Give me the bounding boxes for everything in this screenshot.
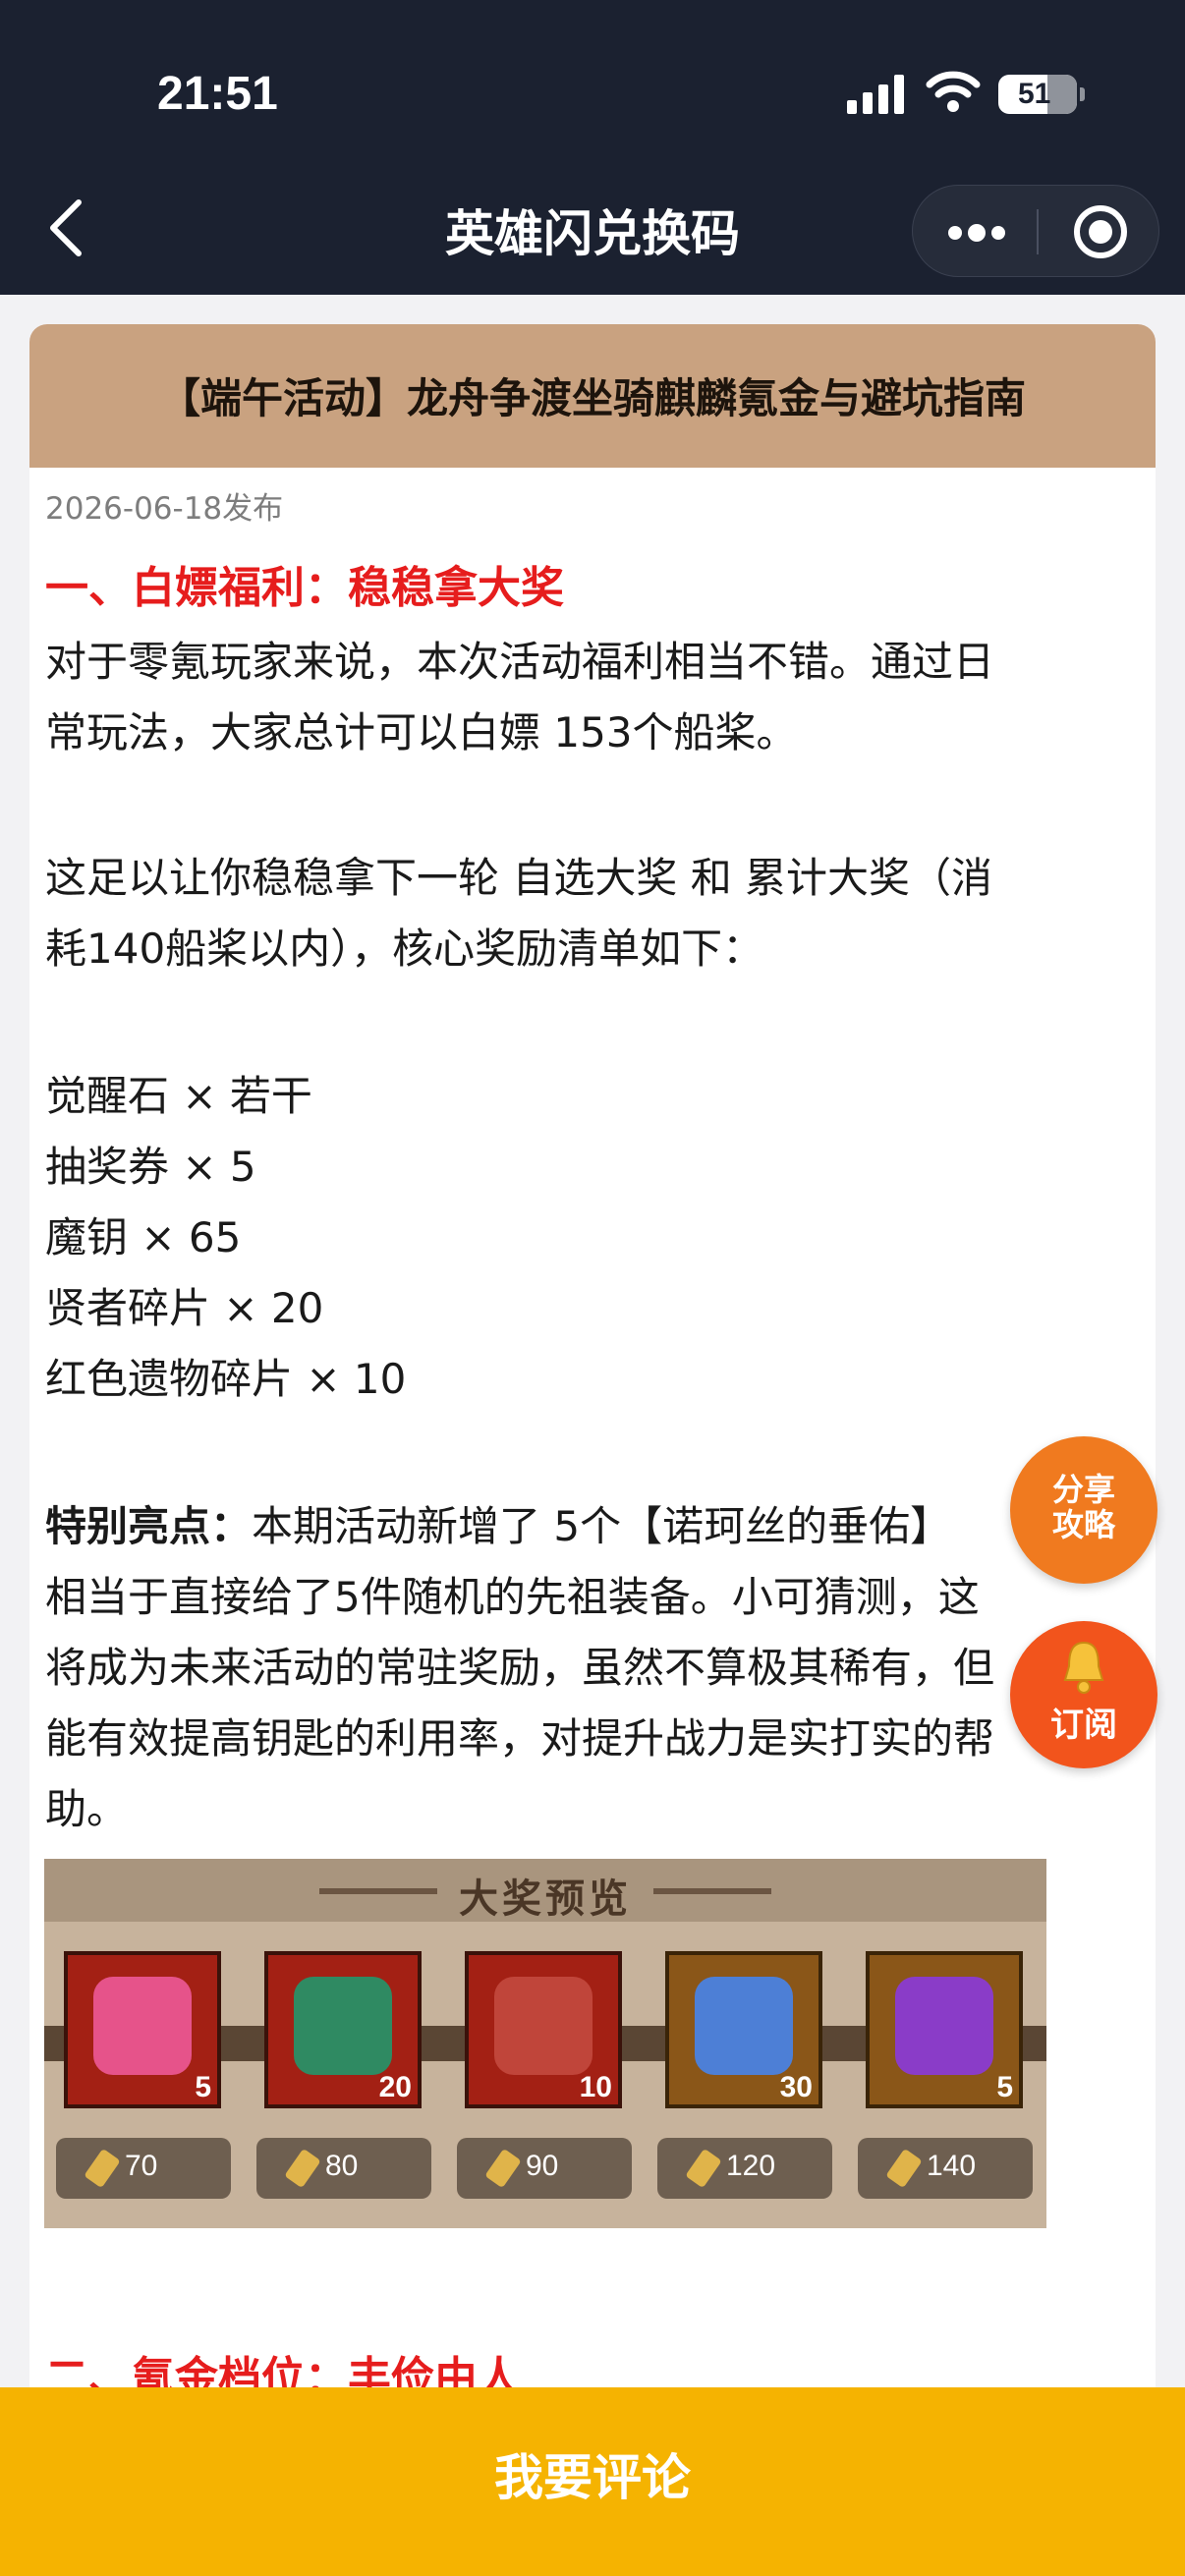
top-header: 21:51 51 英雄闪兑换码 xyxy=(0,0,1185,295)
prize-tile: 20 xyxy=(264,1951,422,2108)
reward-item: 抽奖券 × 5 xyxy=(45,1143,256,1191)
highlight-label: 特别亮点： xyxy=(45,1502,253,1550)
ring-icon xyxy=(93,1977,192,2075)
publish-date: 2026-06-18发布 xyxy=(45,491,284,527)
paragraph-line: 对于零氪玩家来说，本次活动福利相当不错。通过日 xyxy=(45,638,995,686)
comment-button-label: 我要评论 xyxy=(494,2449,691,2506)
more-icon[interactable] xyxy=(913,186,1037,278)
section-heading: 一、白嫖福利：稳稳拿大奖 xyxy=(45,563,564,613)
paragraph-line: 常玩法，大家总计可以白嫖 153个船桨。 xyxy=(45,708,798,756)
article-card: 【端午活动】龙舟争渡坐骑麒麟氪金与避坑指南 2026-06-18发布 一、白嫖福… xyxy=(29,324,1156,2576)
paragraph-line: 相当于直接给了5件随机的先祖装备。小可猜测，这 xyxy=(45,1573,980,1621)
prize-preview-image: 大奖预览 5 20 10 30 5 70 80 90 120 140 xyxy=(44,1859,1046,2228)
cost-tag: 70 xyxy=(56,2138,231,2199)
capsule-divider xyxy=(1037,209,1039,254)
banner-title: 大奖预览 xyxy=(459,1876,632,1922)
cost-tag: 80 xyxy=(256,2138,431,2199)
battery-level: 51 xyxy=(1018,78,1051,110)
wifi-icon xyxy=(926,71,981,112)
reward-item: 红色遗物碎片 × 10 xyxy=(45,1355,407,1403)
paddle-icon xyxy=(484,2148,522,2189)
comment-bar[interactable]: 我要评论 xyxy=(0,2387,1185,2576)
reward-item: 魔钥 × 65 xyxy=(45,1213,242,1261)
share-label-1: 分享 xyxy=(1051,1471,1115,1508)
cost-tag: 90 xyxy=(457,2138,632,2199)
paddle-icon xyxy=(284,2148,321,2189)
paragraph-line: 将成为未来活动的常驻奖励，虽然不算极其稀有，但 xyxy=(45,1644,995,1692)
prize-tile: 5 xyxy=(866,1951,1023,2108)
article-title: 【端午活动】龙舟争渡坐骑麒麟氪金与避坑指南 xyxy=(158,374,1026,422)
cost-tag: 140 xyxy=(858,2138,1033,2199)
reward-item: 贤者碎片 × 20 xyxy=(45,1284,324,1332)
cellular-signal-icon xyxy=(847,75,906,114)
subscribe-button[interactable]: 订阅 xyxy=(1010,1621,1157,1768)
crystal-icon xyxy=(695,1977,793,2075)
share-guide-button[interactable]: 分享 攻略 xyxy=(1010,1436,1157,1584)
helmet-icon xyxy=(294,1977,392,2075)
prize-tile: 5 xyxy=(64,1951,221,2108)
mini-program-capsule xyxy=(912,185,1159,277)
prize-tile: 30 xyxy=(665,1951,822,2108)
share-label-2: 攻略 xyxy=(1051,1506,1115,1543)
armor-icon xyxy=(494,1977,592,2075)
prize-tile: 10 xyxy=(465,1951,622,2108)
subscribe-label: 订阅 xyxy=(1050,1706,1117,1745)
paddle-icon xyxy=(84,2148,121,2189)
paddle-icon xyxy=(885,2148,923,2189)
close-target-icon[interactable] xyxy=(1074,205,1127,258)
highlight-line: 特别亮点：本期活动新增了 5个【诺珂丝的垂佑】 xyxy=(45,1493,951,1553)
card-icon xyxy=(895,1977,993,2075)
paragraph-line: 这足以让你稳稳拿下一轮 自选大奖 和 累计大奖（消 xyxy=(45,854,993,902)
highlight-text: 本期活动新增了 5个【诺珂丝的垂佑】 xyxy=(252,1502,952,1550)
paddle-icon xyxy=(685,2148,722,2189)
battery-icon: 51 xyxy=(998,75,1085,114)
bell-icon xyxy=(1063,1641,1104,1694)
reward-item: 觉醒石 × 若干 xyxy=(45,1072,312,1120)
status-time: 21:51 xyxy=(157,68,278,120)
paragraph-line: 能有效提高钥匙的利用率，对提升战力是实打实的帮 xyxy=(45,1714,995,1763)
cost-tag: 120 xyxy=(657,2138,832,2199)
paragraph-line: 耗140船桨以内），核心奖励清单如下： xyxy=(45,924,764,973)
article-title-band: 【端午活动】龙舟争渡坐骑麒麟氪金与避坑指南 xyxy=(29,324,1156,468)
paragraph-line: 助。 xyxy=(45,1785,129,1833)
